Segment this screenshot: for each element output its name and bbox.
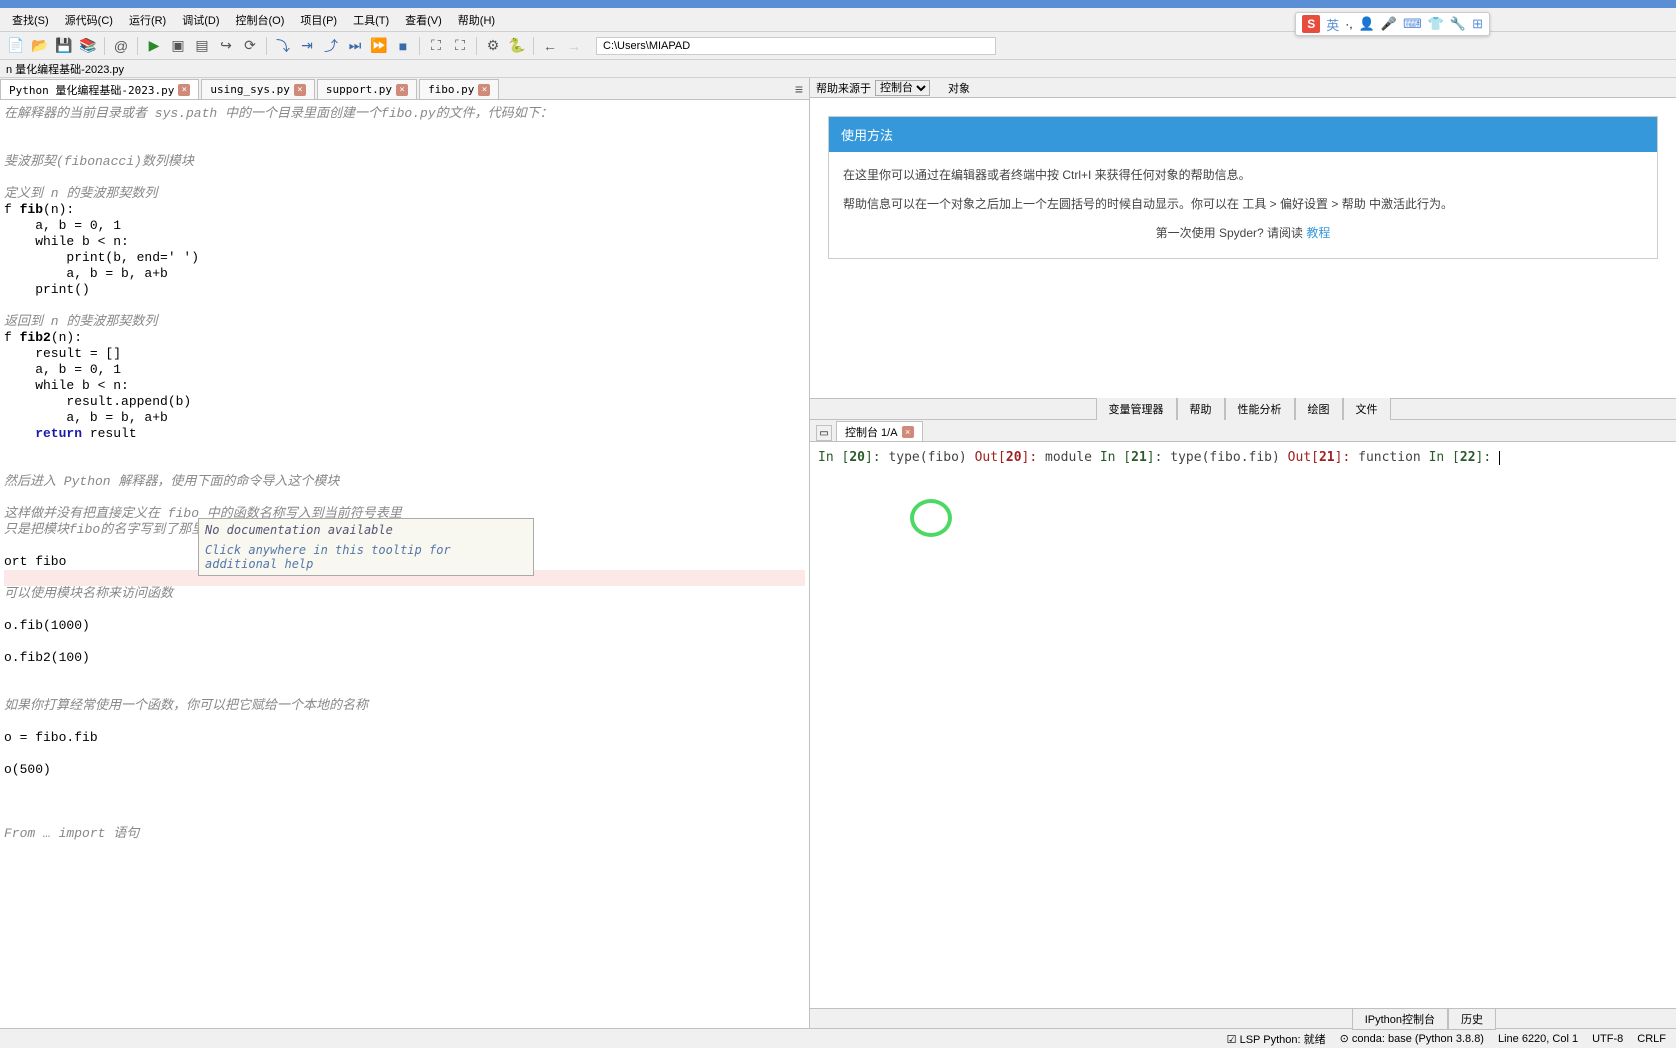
debug-step-into-icon[interactable]: ⇥	[297, 36, 317, 56]
close-icon[interactable]: ×	[178, 84, 190, 96]
help-p1: 在这里你可以通过在编辑器或者终端中按 Ctrl+I 来获得任何对象的帮助信息。	[843, 166, 1643, 185]
pythonpath-icon[interactable]: 🐍	[507, 36, 527, 56]
ime-keyboard-icon[interactable]: ⌨	[1403, 16, 1422, 32]
close-icon[interactable]: ×	[478, 84, 490, 96]
console-menu-icon[interactable]: ▭	[816, 425, 832, 441]
console-tab-1a[interactable]: 控制台 1/A×	[836, 421, 923, 441]
sogou-logo-icon: S	[1302, 15, 1320, 33]
right-pane: 帮助来源于 控制台 对象 使用方法 在这里你可以通过在编辑器或者终端中按 Ctr…	[810, 78, 1676, 1028]
at-icon[interactable]: @	[111, 36, 131, 56]
tab-using-sys[interactable]: using_sys.py×	[201, 79, 314, 99]
console-tabs: ▭ 控制台 1/A×	[810, 420, 1676, 442]
save-icon[interactable]: 💾	[54, 36, 74, 56]
close-icon[interactable]: ×	[396, 84, 408, 96]
highlight-circle	[910, 499, 952, 537]
close-icon[interactable]: ×	[294, 84, 306, 96]
toolbar: 📄 📂 💾 📚 @ ▶ ▣ ▤ ↪ ⟳ ⤵ ⇥ ⤴ ⏭ ⏩ ■ ⛶ ⛶ ⚙ 🐍 …	[0, 32, 1676, 60]
menu-find[interactable]: 查找(S)	[4, 8, 57, 32]
menu-project[interactable]: 项目(P)	[292, 8, 345, 32]
new-file-icon[interactable]: 📄	[6, 36, 26, 56]
bottom-tabs: IPython控制台 历史	[810, 1008, 1676, 1028]
fullscreen-icon[interactable]: ⛶	[450, 36, 470, 56]
help-header: 帮助来源于 控制台 对象	[810, 78, 1676, 98]
editor-tabs: Python 量化编程基础-2023.py× using_sys.py× sup…	[0, 78, 809, 100]
ime-toolbar[interactable]: S 英 ·, 👤 🎤 ⌨ 👕 🔧 ⊞	[1295, 12, 1490, 36]
doc-tooltip[interactable]: No documentation available Click anywher…	[198, 518, 534, 576]
help-tutorial-link[interactable]: 教程	[1306, 226, 1330, 240]
debug-step-over-icon[interactable]: ⤵	[273, 36, 293, 56]
ime-user-icon[interactable]: 👤	[1359, 16, 1375, 32]
help-source-select[interactable]: 控制台	[875, 80, 930, 96]
help-source-label: 帮助来源于	[816, 80, 871, 96]
breadcrumb[interactable]: n 量化编程基础-2023.py	[6, 61, 124, 77]
tab-plots[interactable]: 绘图	[1295, 397, 1343, 421]
run-cell-icon[interactable]: ▣	[168, 36, 188, 56]
tab-history[interactable]: 历史	[1448, 1008, 1496, 1030]
help-object-label: 对象	[948, 80, 970, 96]
open-icon[interactable]: 📂	[30, 36, 50, 56]
ime-mic-icon[interactable]: 🎤	[1381, 16, 1397, 32]
help-p2: 帮助信息可以在一个对象之后加上一个左圆括号的时候自动显示。你可以在 工具 > 偏…	[843, 195, 1643, 214]
tab-menu-icon[interactable]: ≡	[789, 79, 809, 99]
rerun-icon[interactable]: ⟳	[240, 36, 260, 56]
help-card: 使用方法 在这里你可以通过在编辑器或者终端中按 Ctrl+I 来获得任何对象的帮…	[828, 116, 1658, 259]
back-icon[interactable]: ←	[540, 36, 560, 56]
tab-files[interactable]: 文件	[1343, 397, 1391, 421]
breadcrumb-row: n 量化编程基础-2023.py	[0, 60, 1676, 78]
menu-run[interactable]: 运行(R)	[121, 8, 174, 32]
tab-main-file[interactable]: Python 量化编程基础-2023.py×	[0, 79, 199, 99]
debug-next-icon[interactable]: ⏩	[369, 36, 389, 56]
ime-lang[interactable]: 英	[1326, 15, 1339, 34]
menu-help[interactable]: 帮助(H)	[450, 8, 503, 32]
tab-var-explorer[interactable]: 变量管理器	[1096, 397, 1177, 421]
menu-debug[interactable]: 调试(D)	[174, 8, 227, 32]
maximize-icon[interactable]: ⛶	[426, 36, 446, 56]
statusbar: ☑ LSP Python: 就绪 ⊙ conda: base (Python 3…	[0, 1028, 1676, 1048]
tab-help[interactable]: 帮助	[1177, 397, 1225, 421]
ime-sep: ·,	[1345, 17, 1352, 31]
tab-ipython-console[interactable]: IPython控制台	[1352, 1008, 1448, 1030]
debug-step-out-icon[interactable]: ⤴	[321, 36, 341, 56]
debug-continue-icon[interactable]: ⏭	[345, 36, 365, 56]
ime-toolbox-icon[interactable]: 🔧	[1450, 16, 1466, 32]
cursor	[1499, 451, 1500, 465]
help-p3: 第一次使用 Spyder? 请阅读	[1156, 226, 1307, 240]
tooltip-line2: Click anywhere in this tooltip for addit…	[205, 543, 527, 571]
console-pane: ▭ 控制台 1/A× In [20]: type(fibo) Out[20]: …	[810, 420, 1676, 1028]
close-icon[interactable]: ×	[902, 426, 914, 438]
tab-support[interactable]: support.py×	[317, 79, 417, 99]
run-selection-icon[interactable]: ↪	[216, 36, 236, 56]
status-eol[interactable]: CRLF	[1637, 1033, 1666, 1045]
ime-skin-icon[interactable]: 👕	[1428, 16, 1444, 32]
tooltip-line1: No documentation available	[205, 523, 527, 537]
working-dir-input[interactable]	[596, 37, 996, 55]
saveall-icon[interactable]: 📚	[78, 36, 98, 56]
menu-source[interactable]: 源代码(C)	[57, 8, 121, 32]
status-lsp[interactable]: ☑ LSP Python: 就绪	[1227, 1031, 1326, 1047]
tab-profiler[interactable]: 性能分析	[1225, 397, 1295, 421]
preferences-icon[interactable]: ⚙	[483, 36, 503, 56]
menu-view[interactable]: 查看(V)	[397, 8, 450, 32]
menu-console[interactable]: 控制台(O)	[228, 8, 293, 32]
help-card-title: 使用方法	[829, 117, 1657, 152]
menu-tools[interactable]: 工具(T)	[345, 8, 397, 32]
status-conda[interactable]: ⊙ conda: base (Python 3.8.8)	[1340, 1032, 1484, 1045]
editor-pane: Python 量化编程基础-2023.py× using_sys.py× sup…	[0, 78, 810, 1028]
right-panel-tabs: 变量管理器 帮助 性能分析 绘图 文件	[810, 398, 1676, 420]
tab-fibo[interactable]: fibo.py×	[419, 79, 499, 99]
run-cell-advance-icon[interactable]: ▤	[192, 36, 212, 56]
status-line-col[interactable]: Line 6220, Col 1	[1498, 1033, 1578, 1045]
ime-grid-icon[interactable]: ⊞	[1472, 16, 1483, 32]
forward-icon[interactable]: →	[564, 36, 584, 56]
help-panel: 使用方法 在这里你可以通过在编辑器或者终端中按 Ctrl+I 来获得任何对象的帮…	[810, 98, 1676, 398]
status-encoding[interactable]: UTF-8	[1592, 1033, 1623, 1045]
debug-stop-icon[interactable]: ■	[393, 36, 413, 56]
run-icon[interactable]: ▶	[144, 36, 164, 56]
console-body[interactable]: In [20]: type(fibo) Out[20]: module In […	[810, 442, 1676, 1008]
